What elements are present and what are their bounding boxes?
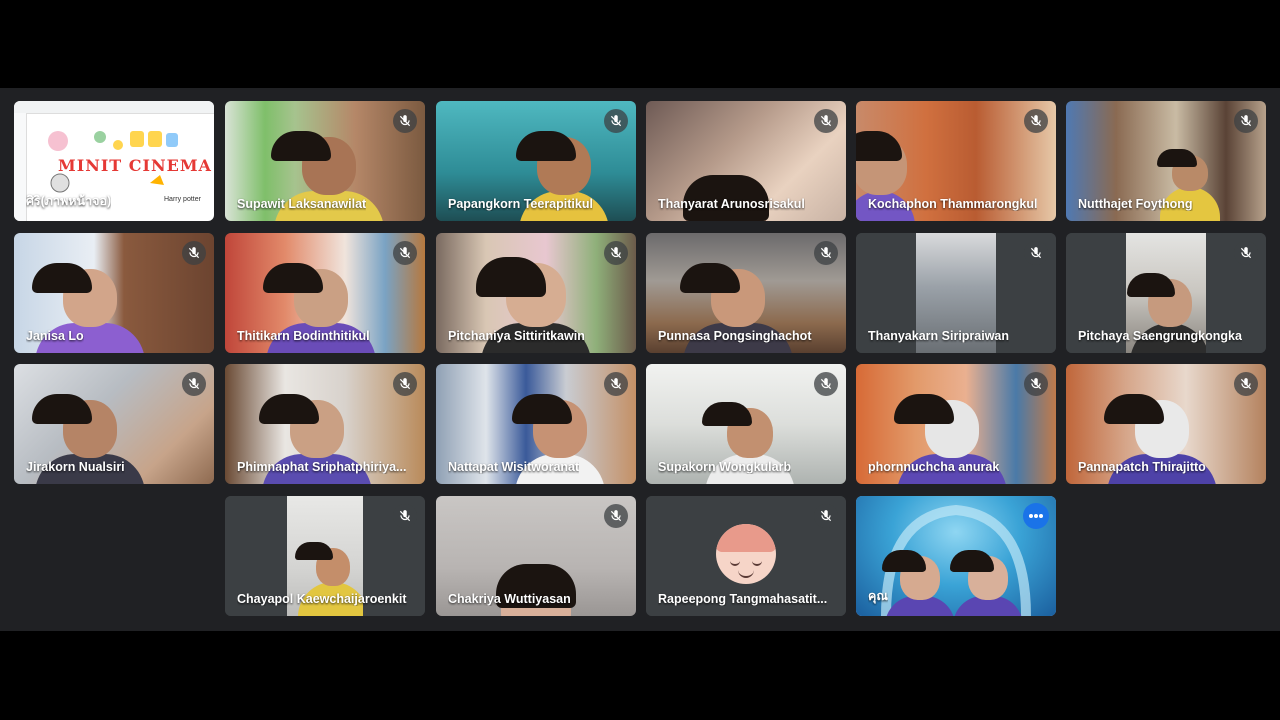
participant-name: Punnasa Pongsinghachot — [658, 329, 812, 343]
self-view-tile[interactable]: คุณ — [856, 496, 1056, 616]
participant-name: Supakorn Wongkularb — [658, 460, 792, 474]
participant-tile[interactable]: Nattapat Wisitworanat — [436, 364, 636, 484]
participant-tile[interactable]: Rapeepong Tangmahasatit... — [646, 496, 846, 616]
participant-tile[interactable]: Supawit Laksanawilat — [225, 101, 425, 221]
participant-name: Pannapatch Thirajitto — [1078, 460, 1206, 474]
mic-off-icon — [182, 241, 206, 265]
participant-name: ศิริ(ภาพหน้าจอ) — [26, 194, 112, 208]
participant-name: Papangkorn Teerapitikul — [448, 197, 593, 211]
mic-off-icon — [1234, 372, 1258, 396]
participant-name: Thitikarn Bodinthitikul — [237, 329, 370, 343]
participant-name: Chakriya Wuttiyasan — [448, 592, 571, 606]
participant-video-figure — [882, 550, 955, 616]
whiteboard-title: MINIT CINEMA — [58, 156, 212, 175]
mic-off-icon — [604, 241, 628, 265]
participant-tile[interactable]: Thanyakarn Siripraiwan — [856, 233, 1056, 353]
participant-name: phornnuchcha anurak — [868, 460, 1000, 474]
participant-tile[interactable]: Chakriya Wuttiyasan — [436, 496, 636, 616]
participant-tile[interactable]: Phimnaphat Sriphatphiriya... — [225, 364, 425, 484]
mic-off-icon — [604, 372, 628, 396]
mic-off-icon — [393, 372, 417, 396]
participant-tile[interactable]: Pitchaniya Sittiritkawin — [436, 233, 636, 353]
participant-name: Pitchaya Saengrungkongka — [1078, 329, 1242, 343]
participant-name: Nutthajet Foythong — [1078, 197, 1193, 211]
mic-off-icon — [1024, 109, 1048, 133]
participant-name: Kochaphon Thammarongkul — [868, 197, 1038, 211]
participant-tile[interactable]: phornnuchcha anurak — [856, 364, 1056, 484]
participant-tile[interactable]: Punnasa Pongsinghachot — [646, 233, 846, 353]
participant-name: คุณ — [868, 589, 888, 603]
meeting-grid: MINIT CINEMA Harry potter ศิริ(ภาพหน้าจอ… — [0, 88, 1280, 631]
mic-off-icon — [814, 504, 838, 528]
participant-name: Phimnaphat Sriphatphiriya... — [237, 460, 407, 474]
participant-name: Rapeepong Tangmahasatit... — [658, 592, 828, 606]
participant-video-figure — [950, 550, 1023, 616]
whiteboard-caption: Harry potter — [164, 196, 201, 203]
mic-off-icon — [1234, 241, 1258, 265]
participant-tile[interactable]: Kochaphon Thammarongkul — [856, 101, 1056, 221]
mic-off-icon — [814, 372, 838, 396]
participant-tile[interactable]: Janisa Lo — [14, 233, 214, 353]
more-dots-icon — [1029, 514, 1043, 518]
participant-name: Nattapat Wisitworanat — [448, 460, 580, 474]
mic-off-icon — [182, 372, 206, 396]
participant-tile[interactable]: Nutthajet Foythong — [1066, 101, 1266, 221]
participant-name: Thanyarat Arunosrisakul — [658, 197, 805, 211]
mic-off-icon — [393, 109, 417, 133]
participant-tile[interactable]: Thitikarn Bodinthitikul — [225, 233, 425, 353]
participant-tile[interactable]: Chayapol Kaewchaijaroenkit — [225, 496, 425, 616]
participant-tile[interactable]: Jirakorn Nualsiri — [14, 364, 214, 484]
mic-off-icon — [814, 241, 838, 265]
participant-name: Thanyakarn Siripraiwan — [868, 329, 1010, 343]
more-options-button[interactable] — [1023, 503, 1049, 529]
participant-tile-presentation[interactable]: MINIT CINEMA Harry potter ศิริ(ภาพหน้าจอ… — [14, 101, 214, 221]
mic-off-icon — [1024, 241, 1048, 265]
mic-off-icon — [1234, 109, 1258, 133]
participant-tile[interactable]: Supakorn Wongkularb — [646, 364, 846, 484]
participant-tile[interactable]: Pitchaya Saengrungkongka — [1066, 233, 1266, 353]
participant-name: Supawit Laksanawilat — [237, 197, 367, 211]
participant-tile[interactable]: Thanyarat Arunosrisakul — [646, 101, 846, 221]
mic-off-icon — [393, 504, 417, 528]
participant-tile[interactable]: Papangkorn Teerapitikul — [436, 101, 636, 221]
participant-name: Janisa Lo — [26, 329, 84, 343]
mic-off-icon — [814, 109, 838, 133]
mic-off-icon — [604, 109, 628, 133]
mic-off-icon — [393, 241, 417, 265]
mic-off-icon — [1024, 372, 1048, 396]
participant-name: Jirakorn Nualsiri — [26, 460, 125, 474]
participant-video-figure — [1157, 149, 1220, 221]
participant-name: Pitchaniya Sittiritkawin — [448, 329, 585, 343]
mic-off-icon — [604, 504, 628, 528]
whiteboard-toolbar — [14, 101, 214, 114]
participant-tile[interactable]: Pannapatch Thirajitto — [1066, 364, 1266, 484]
avatar — [716, 524, 776, 584]
participant-name: Chayapol Kaewchaijaroenkit — [237, 592, 407, 606]
